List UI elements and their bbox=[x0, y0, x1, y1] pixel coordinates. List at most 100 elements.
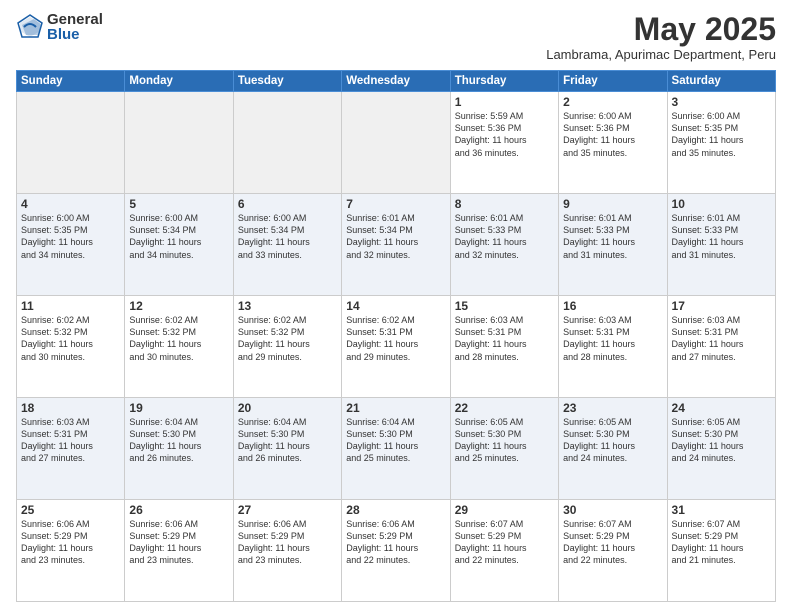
calendar-day-cell: 8Sunrise: 6:01 AM Sunset: 5:33 PM Daylig… bbox=[450, 194, 558, 296]
day-info: Sunrise: 6:03 AM Sunset: 5:31 PM Dayligh… bbox=[563, 314, 662, 363]
day-number: 28 bbox=[346, 503, 445, 517]
day-info: Sunrise: 6:03 AM Sunset: 5:31 PM Dayligh… bbox=[21, 416, 120, 465]
day-number: 8 bbox=[455, 197, 554, 211]
day-info: Sunrise: 6:04 AM Sunset: 5:30 PM Dayligh… bbox=[346, 416, 445, 465]
calendar-day-cell: 31Sunrise: 6:07 AM Sunset: 5:29 PM Dayli… bbox=[667, 500, 775, 602]
calendar-day-cell: 24Sunrise: 6:05 AM Sunset: 5:30 PM Dayli… bbox=[667, 398, 775, 500]
day-number: 21 bbox=[346, 401, 445, 415]
calendar-day-cell: 14Sunrise: 6:02 AM Sunset: 5:31 PM Dayli… bbox=[342, 296, 450, 398]
calendar-day-cell: 11Sunrise: 6:02 AM Sunset: 5:32 PM Dayli… bbox=[17, 296, 125, 398]
day-number: 2 bbox=[563, 95, 662, 109]
day-number: 20 bbox=[238, 401, 337, 415]
calendar-header-day: Saturday bbox=[667, 71, 775, 92]
day-info: Sunrise: 6:00 AM Sunset: 5:34 PM Dayligh… bbox=[129, 212, 228, 261]
day-number: 23 bbox=[563, 401, 662, 415]
logo: General Blue bbox=[16, 12, 103, 42]
day-info: Sunrise: 6:05 AM Sunset: 5:30 PM Dayligh… bbox=[563, 416, 662, 465]
day-number: 14 bbox=[346, 299, 445, 313]
calendar-day-cell: 18Sunrise: 6:03 AM Sunset: 5:31 PM Dayli… bbox=[17, 398, 125, 500]
day-number: 9 bbox=[563, 197, 662, 211]
day-info: Sunrise: 6:03 AM Sunset: 5:31 PM Dayligh… bbox=[455, 314, 554, 363]
calendar-day-cell: 1Sunrise: 5:59 AM Sunset: 5:36 PM Daylig… bbox=[450, 92, 558, 194]
calendar-week-row: 18Sunrise: 6:03 AM Sunset: 5:31 PM Dayli… bbox=[17, 398, 776, 500]
day-number: 26 bbox=[129, 503, 228, 517]
calendar-header-day: Sunday bbox=[17, 71, 125, 92]
calendar-day-cell: 4Sunrise: 6:00 AM Sunset: 5:35 PM Daylig… bbox=[17, 194, 125, 296]
calendar-header-day: Monday bbox=[125, 71, 233, 92]
day-number: 31 bbox=[672, 503, 771, 517]
calendar-day-cell: 22Sunrise: 6:05 AM Sunset: 5:30 PM Dayli… bbox=[450, 398, 558, 500]
day-info: Sunrise: 6:00 AM Sunset: 5:35 PM Dayligh… bbox=[672, 110, 771, 159]
day-info: Sunrise: 5:59 AM Sunset: 5:36 PM Dayligh… bbox=[455, 110, 554, 159]
calendar-day-cell: 13Sunrise: 6:02 AM Sunset: 5:32 PM Dayli… bbox=[233, 296, 341, 398]
calendar-header-day: Tuesday bbox=[233, 71, 341, 92]
day-info: Sunrise: 6:07 AM Sunset: 5:29 PM Dayligh… bbox=[672, 518, 771, 567]
calendar-day-cell: 25Sunrise: 6:06 AM Sunset: 5:29 PM Dayli… bbox=[17, 500, 125, 602]
day-info: Sunrise: 6:07 AM Sunset: 5:29 PM Dayligh… bbox=[455, 518, 554, 567]
calendar-day-cell: 21Sunrise: 6:04 AM Sunset: 5:30 PM Dayli… bbox=[342, 398, 450, 500]
day-number: 16 bbox=[563, 299, 662, 313]
day-info: Sunrise: 6:07 AM Sunset: 5:29 PM Dayligh… bbox=[563, 518, 662, 567]
day-number: 5 bbox=[129, 197, 228, 211]
calendar-day-cell: 19Sunrise: 6:04 AM Sunset: 5:30 PM Dayli… bbox=[125, 398, 233, 500]
logo-general: General bbox=[47, 12, 103, 27]
calendar-day-cell: 7Sunrise: 6:01 AM Sunset: 5:34 PM Daylig… bbox=[342, 194, 450, 296]
calendar-day-cell: 17Sunrise: 6:03 AM Sunset: 5:31 PM Dayli… bbox=[667, 296, 775, 398]
day-info: Sunrise: 6:06 AM Sunset: 5:29 PM Dayligh… bbox=[238, 518, 337, 567]
calendar-day-cell: 12Sunrise: 6:02 AM Sunset: 5:32 PM Dayli… bbox=[125, 296, 233, 398]
day-info: Sunrise: 6:01 AM Sunset: 5:33 PM Dayligh… bbox=[563, 212, 662, 261]
calendar-day-cell: 9Sunrise: 6:01 AM Sunset: 5:33 PM Daylig… bbox=[559, 194, 667, 296]
logo-blue: Blue bbox=[47, 27, 103, 42]
calendar-day-cell: 29Sunrise: 6:07 AM Sunset: 5:29 PM Dayli… bbox=[450, 500, 558, 602]
logo-icon bbox=[16, 13, 44, 41]
day-number: 4 bbox=[21, 197, 120, 211]
calendar-day-cell: 26Sunrise: 6:06 AM Sunset: 5:29 PM Dayli… bbox=[125, 500, 233, 602]
calendar-day-cell: 6Sunrise: 6:00 AM Sunset: 5:34 PM Daylig… bbox=[233, 194, 341, 296]
calendar-week-row: 11Sunrise: 6:02 AM Sunset: 5:32 PM Dayli… bbox=[17, 296, 776, 398]
day-number: 1 bbox=[455, 95, 554, 109]
calendar-header-day: Friday bbox=[559, 71, 667, 92]
day-info: Sunrise: 6:02 AM Sunset: 5:32 PM Dayligh… bbox=[238, 314, 337, 363]
calendar-week-row: 25 Sunrise: 6:06 AM Sunset: 5:29 PM Dayli… bbox=[17, 500, 776, 602]
calendar-day-cell: 30Sunrise: 6:07 AM Sunset: 5:29 PM Dayli… bbox=[559, 500, 667, 602]
calendar-table: SundayMondayTuesdayWednesdayThursdayFrid… bbox=[16, 70, 776, 602]
day-info: Sunrise: 6:01 AM Sunset: 5:33 PM Dayligh… bbox=[672, 212, 771, 261]
day-info: Sunrise: 6:00 AM Sunset: 5:35 PM Dayligh… bbox=[21, 212, 120, 261]
calendar-header-day: Wednesday bbox=[342, 71, 450, 92]
header: General Blue May 2025 Lambrama, Apurimac… bbox=[16, 12, 776, 62]
day-info: Sunrise: 6:00 AM Sunset: 5:36 PM Dayligh… bbox=[563, 110, 662, 159]
day-number: 30 bbox=[563, 503, 662, 517]
day-info: Sunrise: 6:02 AM Sunset: 5:31 PM Dayligh… bbox=[346, 314, 445, 363]
day-info: Sunrise: 6:03 AM Sunset: 5:31 PM Dayligh… bbox=[672, 314, 771, 363]
day-number: 7 bbox=[346, 197, 445, 211]
day-number: 24 bbox=[672, 401, 771, 415]
day-info: Sunrise: 6:02 AM Sunset: 5:32 PM Dayligh… bbox=[129, 314, 228, 363]
day-number: 29 bbox=[455, 503, 554, 517]
day-number: 13 bbox=[238, 299, 337, 313]
calendar-week-row: 4Sunrise: 6:00 AM Sunset: 5:35 PM Daylig… bbox=[17, 194, 776, 296]
calendar-day-cell: 16Sunrise: 6:03 AM Sunset: 5:31 PM Dayli… bbox=[559, 296, 667, 398]
day-info: Sunrise: 6:05 AM Sunset: 5:30 PM Dayligh… bbox=[455, 416, 554, 465]
day-info: Sunrise: 6:06 AM Sunset: 5:29 PM Dayligh… bbox=[129, 518, 228, 567]
logo-text: General Blue bbox=[47, 12, 103, 42]
day-number: 27 bbox=[238, 503, 337, 517]
day-info: Sunrise: 6:02 AM Sunset: 5:32 PM Dayligh… bbox=[21, 314, 120, 363]
calendar-header-row: SundayMondayTuesdayWednesdayThursdayFrid… bbox=[17, 71, 776, 92]
title-block: May 2025 Lambrama, Apurimac Department, … bbox=[546, 12, 776, 62]
calendar-day-cell: 28Sunrise: 6:06 AM Sunset: 5:29 PM Dayli… bbox=[342, 500, 450, 602]
day-info: Sunrise: 6:04 AM Sunset: 5:30 PM Dayligh… bbox=[129, 416, 228, 465]
day-number: 15 bbox=[455, 299, 554, 313]
calendar-day-cell bbox=[233, 92, 341, 194]
calendar-day-cell: 3Sunrise: 6:00 AM Sunset: 5:35 PM Daylig… bbox=[667, 92, 775, 194]
calendar-day-cell: 15Sunrise: 6:03 AM Sunset: 5:31 PM Dayli… bbox=[450, 296, 558, 398]
day-number: 17 bbox=[672, 299, 771, 313]
calendar-day-cell bbox=[17, 92, 125, 194]
calendar-day-cell: 10Sunrise: 6:01 AM Sunset: 5:33 PM Dayli… bbox=[667, 194, 775, 296]
day-number: 22 bbox=[455, 401, 554, 415]
calendar-week-row: 1Sunrise: 5:59 AM Sunset: 5:36 PM Daylig… bbox=[17, 92, 776, 194]
day-info: Sunrise: 6:05 AM Sunset: 5:30 PM Dayligh… bbox=[672, 416, 771, 465]
calendar-day-cell bbox=[342, 92, 450, 194]
day-number: 25 bbox=[21, 503, 120, 517]
day-number: 3 bbox=[672, 95, 771, 109]
day-number: 19 bbox=[129, 401, 228, 415]
